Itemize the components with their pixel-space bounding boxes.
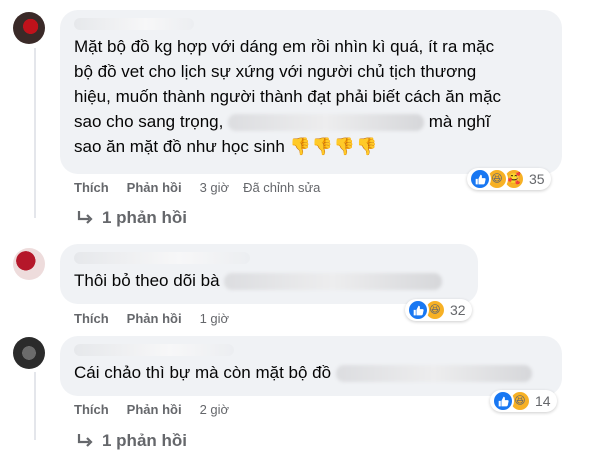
reaction-summary[interactable]: 😆 14 [490, 390, 557, 412]
view-replies-button[interactable]: 1 phản hồi [76, 208, 187, 228]
thread-line [34, 48, 36, 218]
comment-bubble: Mặt bộ đồ kg hợp với dáng em rồi nhìn kì… [60, 10, 562, 174]
comment-bubble: Cái chảo thì bự mà còn mặt bộ đồ [60, 336, 562, 396]
author-name-blurred[interactable] [74, 18, 194, 30]
comment-text: Cái chảo thì bự mà còn mặt bộ đồ [74, 360, 550, 385]
reply-arrow-icon [76, 210, 94, 226]
replies-count-label: 1 phản hồi [102, 431, 187, 450]
like-icon [469, 168, 491, 190]
like-icon [492, 390, 514, 412]
comment-actions: Thích Phản hồi 1 giờ [74, 311, 243, 326]
comment-actions: Thích Phản hồi 2 giờ [74, 402, 243, 417]
redacted-text [335, 365, 532, 383]
timestamp[interactable]: 2 giờ [200, 402, 230, 417]
reaction-count: 32 [450, 302, 466, 318]
like-button[interactable]: Thích [74, 402, 109, 417]
view-replies-button[interactable]: 1 phản hồi [76, 431, 187, 451]
avatar[interactable] [13, 12, 45, 44]
thumbs-down-emoji: 👎👎👎👎 [289, 137, 379, 156]
like-button[interactable]: Thích [74, 180, 109, 195]
timestamp[interactable]: 1 giờ [200, 311, 230, 326]
like-icon [407, 299, 429, 321]
thread-line [34, 372, 36, 440]
reply-button[interactable]: Phản hồi [127, 402, 182, 417]
reply-button[interactable]: Phản hồi [127, 311, 182, 326]
timestamp[interactable]: 3 giờ [200, 180, 230, 195]
reaction-summary[interactable]: 😆 🥰 35 [467, 168, 551, 190]
redacted-text [228, 114, 425, 132]
comment-text: Thôi bỏ theo dõi bà [74, 268, 466, 293]
comment-actions: Thích Phản hồi 3 giờ Đã chỉnh sửa [74, 180, 334, 195]
avatar[interactable] [13, 248, 45, 280]
comment-bubble: Thôi bỏ theo dõi bà [60, 244, 478, 304]
reaction-summary[interactable]: 😆 32 [405, 299, 472, 321]
reply-arrow-icon [76, 433, 94, 449]
author-name-blurred[interactable] [74, 344, 234, 356]
reaction-count: 35 [529, 171, 545, 187]
avatar[interactable] [13, 337, 45, 369]
comment-text: Mặt bộ đồ kg hợp với dáng em rồi nhìn kì… [74, 37, 502, 156]
author-name-blurred[interactable] [74, 252, 250, 264]
like-button[interactable]: Thích [74, 311, 109, 326]
reaction-count: 14 [535, 393, 551, 409]
replies-count-label: 1 phản hồi [102, 208, 187, 227]
edited-label: Đã chỉnh sửa [243, 180, 321, 195]
reply-button[interactable]: Phản hồi [127, 180, 182, 195]
redacted-text [224, 273, 443, 291]
